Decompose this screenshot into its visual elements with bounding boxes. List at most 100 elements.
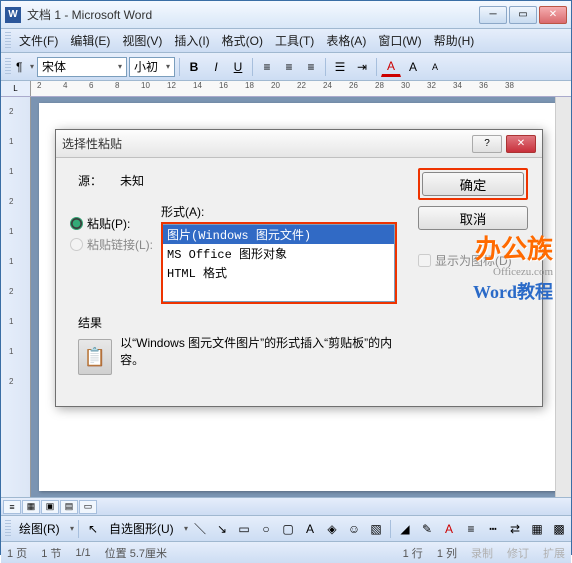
draw-menu[interactable]: 绘图(R) bbox=[15, 520, 64, 537]
app-icon-letter: W bbox=[8, 9, 17, 20]
display-as-icon-checkbox: 显示为图标(D) bbox=[418, 252, 528, 269]
format-listbox[interactable]: 图片(Windows 图元文件) MS Office 图形对象 HTML 格式 bbox=[163, 224, 395, 302]
autoshapes-menu[interactable]: 自选图形(U) bbox=[105, 520, 178, 537]
font-name-select[interactable]: 宋体▾ bbox=[37, 57, 127, 77]
radio-paste-link-label: 粘贴链接(L): bbox=[87, 236, 153, 253]
font-color-draw-icon[interactable]: A bbox=[439, 519, 459, 539]
align-left-icon[interactable]: ≡ bbox=[257, 57, 277, 77]
menu-table[interactable]: 表格(A) bbox=[320, 30, 372, 51]
dialog-body: 源： 未知 粘贴(P): 粘贴链接(L): 形式(A): 图片(Windows … bbox=[56, 158, 542, 389]
dialog-help-button[interactable]: ? bbox=[472, 135, 502, 153]
status-rev: 修订 bbox=[507, 545, 529, 561]
menu-edit[interactable]: 编辑(E) bbox=[64, 30, 116, 51]
bold-button[interactable]: B bbox=[184, 57, 204, 77]
align-right-icon[interactable]: ≡ bbox=[301, 57, 321, 77]
ruler-corner: L bbox=[1, 81, 31, 96]
titlebar: W 文档 1 - Microsoft Word ─ ▭ ✕ bbox=[1, 1, 571, 29]
threed-icon[interactable]: ▩ bbox=[549, 519, 569, 539]
arrow-icon[interactable]: ↘ bbox=[212, 519, 232, 539]
draw-grip bbox=[5, 520, 11, 538]
rectangle-icon[interactable]: ▭ bbox=[234, 519, 254, 539]
radio-paste-link[interactable]: 粘贴链接(L): bbox=[70, 236, 153, 253]
bullets-icon[interactable]: ☰ bbox=[330, 57, 350, 77]
diagram-icon[interactable]: ◈ bbox=[322, 519, 342, 539]
italic-button[interactable]: I bbox=[206, 57, 226, 77]
picture-icon[interactable]: ▧ bbox=[366, 519, 386, 539]
font-color-button[interactable]: A bbox=[381, 57, 401, 77]
maximize-button[interactable]: ▭ bbox=[509, 6, 537, 24]
clipboard-icon: 📋 bbox=[78, 339, 112, 375]
web-view-icon[interactable]: ▦ bbox=[22, 500, 40, 514]
menu-help[interactable]: 帮助(H) bbox=[428, 30, 481, 51]
separator bbox=[78, 520, 79, 538]
menu-grip bbox=[5, 32, 11, 50]
status-rec: 录制 bbox=[471, 545, 493, 561]
separator bbox=[325, 58, 326, 76]
textbox-icon[interactable]: ▢ bbox=[278, 519, 298, 539]
cancel-button[interactable]: 取消 bbox=[418, 206, 528, 230]
underline-button[interactable]: U bbox=[228, 57, 248, 77]
menubar: 文件(F) 编辑(E) 视图(V) 插入(I) 格式(O) 工具(T) 表格(A… bbox=[1, 29, 571, 53]
vertical-ruler: 2 1 1 2 1 1 2 1 1 2 bbox=[1, 97, 31, 497]
display-as-icon-input bbox=[418, 254, 431, 267]
select-objects-icon[interactable]: ↖ bbox=[83, 519, 103, 539]
outline-view-icon[interactable]: ▤ bbox=[60, 500, 78, 514]
format-highlight: 图片(Windows 图元文件) MS Office 图形对象 HTML 格式 bbox=[161, 222, 397, 304]
wordart-icon[interactable]: A bbox=[300, 519, 320, 539]
menu-view[interactable]: 视图(V) bbox=[116, 30, 168, 51]
clipart-icon[interactable]: ☺ bbox=[344, 519, 364, 539]
word-window: W 文档 1 - Microsoft Word ─ ▭ ✕ 文件(F) 编辑(E… bbox=[0, 0, 572, 555]
separator bbox=[390, 520, 391, 538]
window-controls: ─ ▭ ✕ bbox=[479, 6, 567, 24]
oval-icon[interactable]: ○ bbox=[256, 519, 276, 539]
dialog-close-button[interactable]: ✕ bbox=[506, 135, 536, 153]
format-label: 形式(A): bbox=[161, 203, 397, 220]
close-button[interactable]: ✕ bbox=[539, 6, 567, 24]
normal-view-icon[interactable]: ≡ bbox=[3, 500, 21, 514]
menu-insert[interactable]: 插入(I) bbox=[168, 30, 215, 51]
list-item[interactable]: MS Office 图形对象 bbox=[163, 244, 394, 263]
menu-format[interactable]: 格式(O) bbox=[216, 30, 269, 51]
minimize-button[interactable]: ─ bbox=[479, 6, 507, 24]
dash-style-icon[interactable]: ┅ bbox=[483, 519, 503, 539]
ok-button[interactable]: 确定 bbox=[422, 172, 524, 196]
display-as-icon-label: 显示为图标(D) bbox=[435, 252, 512, 269]
indent-icon[interactable]: ⇥ bbox=[352, 57, 372, 77]
menu-tools[interactable]: 工具(T) bbox=[269, 30, 320, 51]
radio-paste-label: 粘贴(P): bbox=[87, 215, 130, 232]
radio-paste-input[interactable] bbox=[70, 217, 83, 230]
horizontal-ruler: L 2 4 6 8 10 12 14 16 18 20 22 24 26 28 … bbox=[1, 81, 571, 97]
list-item[interactable]: HTML 格式 bbox=[163, 263, 394, 282]
vertical-scrollbar[interactable] bbox=[555, 97, 571, 497]
source-label: 源： bbox=[78, 172, 102, 189]
arrow-style-icon[interactable]: ⇄ bbox=[505, 519, 525, 539]
char-shrink-button[interactable]: A bbox=[425, 57, 445, 77]
separator bbox=[179, 58, 180, 76]
menu-file[interactable]: 文件(F) bbox=[13, 30, 64, 51]
font-size-select[interactable]: 小初▾ bbox=[129, 57, 175, 77]
window-title: 文档 1 - Microsoft Word bbox=[27, 6, 479, 23]
reading-view-icon[interactable]: ▭ bbox=[79, 500, 97, 514]
align-center-icon[interactable]: ≡ bbox=[279, 57, 299, 77]
toolbar-grip bbox=[5, 58, 11, 76]
font-name-value: 宋体 bbox=[42, 58, 66, 75]
status-col: 1 列 bbox=[437, 545, 457, 561]
style-dropdown-icon[interactable]: ¶▾ bbox=[15, 57, 35, 77]
radio-paste[interactable]: 粘贴(P): bbox=[70, 215, 153, 232]
app-icon: W bbox=[5, 7, 21, 23]
ok-highlight: 确定 bbox=[418, 168, 528, 200]
menu-window[interactable]: 窗口(W) bbox=[372, 30, 427, 51]
line-icon[interactable]: ＼ bbox=[190, 519, 210, 539]
dialog-title: 选择性粘贴 bbox=[62, 135, 468, 152]
paste-special-dialog: 选择性粘贴 ? ✕ 源： 未知 粘贴(P): 粘贴链接(L): 形式(A): bbox=[55, 129, 543, 407]
separator bbox=[252, 58, 253, 76]
fill-color-icon[interactable]: ◢ bbox=[395, 519, 415, 539]
formatting-toolbar: ¶▾ 宋体▾ 小初▾ B I U ≡ ≡ ≡ ☰ ⇥ A A A bbox=[1, 53, 571, 81]
status-position: 位置 5.7厘米 bbox=[105, 545, 167, 561]
char-scale-button[interactable]: A bbox=[403, 57, 423, 77]
list-item[interactable]: 图片(Windows 图元文件) bbox=[163, 225, 394, 244]
print-view-icon[interactable]: ▣ bbox=[41, 500, 59, 514]
shadow-icon[interactable]: ▦ bbox=[527, 519, 547, 539]
line-color-icon[interactable]: ✎ bbox=[417, 519, 437, 539]
line-style-icon[interactable]: ≡ bbox=[461, 519, 481, 539]
